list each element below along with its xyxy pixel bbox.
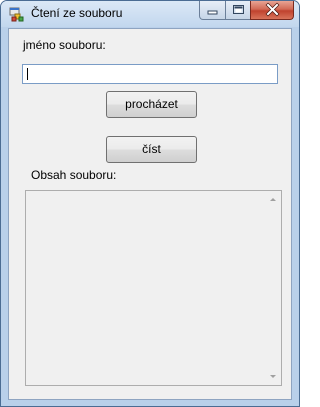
scroll-up-arrow-icon[interactable] <box>265 191 281 207</box>
minimize-button[interactable] <box>199 1 226 20</box>
text-caret <box>27 68 28 80</box>
scroll-down-arrow-icon[interactable] <box>265 369 281 385</box>
maximize-button[interactable] <box>225 1 251 20</box>
read-button[interactable]: číst <box>106 136 197 163</box>
window-title: Čtení ze souboru <box>31 6 123 20</box>
browse-button[interactable]: procházet <box>106 91 197 118</box>
app-window: Čtení ze souboru jméno souboru: procháze… <box>0 0 300 407</box>
file-content-label: Obsah souboru: <box>31 168 117 182</box>
close-icon <box>265 2 280 17</box>
file-name-input[interactable] <box>22 64 278 84</box>
app-icon <box>9 7 24 22</box>
file-name-label: jméno souboru: <box>23 38 106 52</box>
vertical-scrollbar[interactable] <box>265 191 281 385</box>
scrollbar-track[interactable] <box>265 207 281 369</box>
title-bar[interactable]: Čtení ze souboru <box>1 1 299 27</box>
minimize-icon <box>207 10 218 15</box>
close-button[interactable] <box>250 1 294 20</box>
maximize-icon <box>233 5 244 14</box>
form-client-area: jméno souboru: procházet číst Obsah soub… <box>8 28 292 400</box>
file-content-textarea[interactable] <box>25 190 282 386</box>
